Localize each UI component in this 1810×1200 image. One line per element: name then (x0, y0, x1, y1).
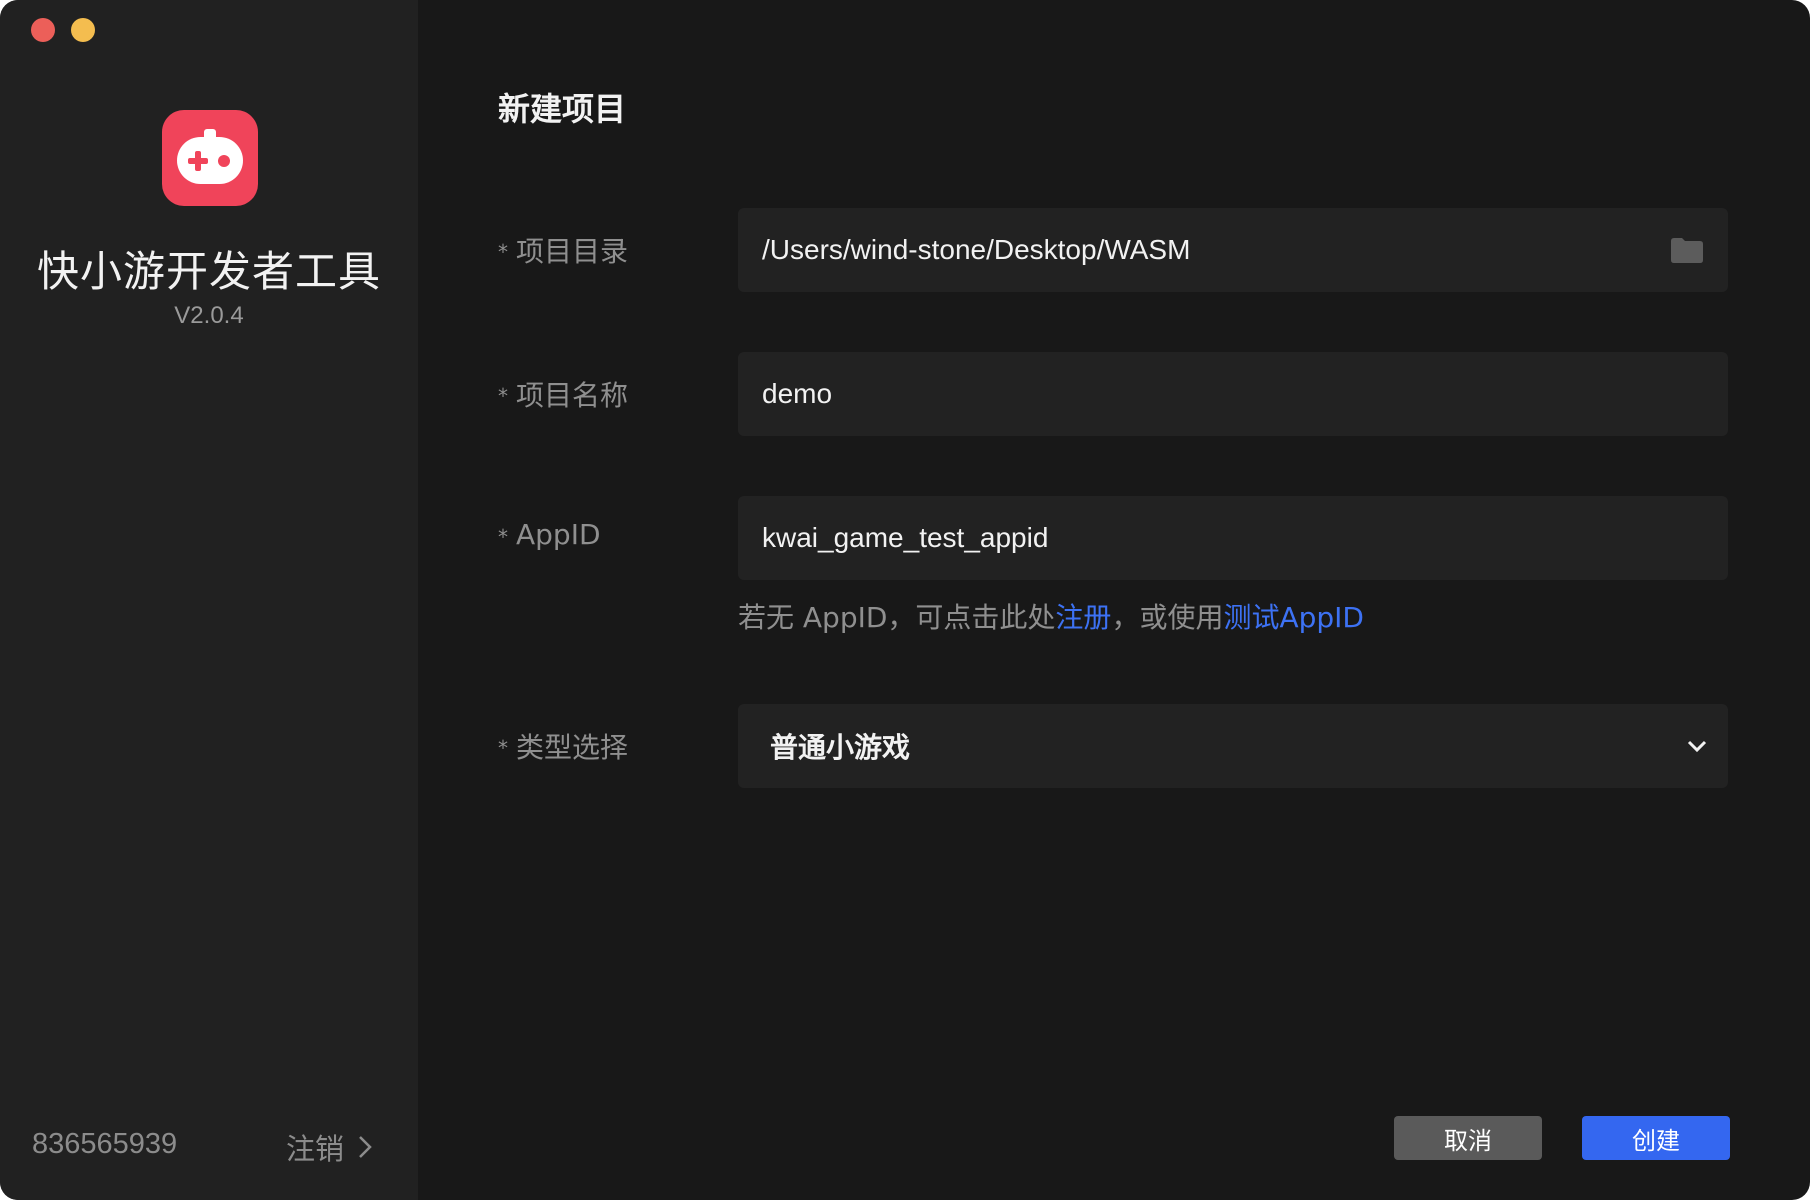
page-title: 新建项目 (498, 90, 627, 128)
window-controls (31, 18, 95, 42)
appid-value: kwai_game_test_appid (762, 522, 1049, 553)
type-select[interactable]: 普通小游戏 (738, 704, 1728, 788)
app-name: 快小游开发者工具 (36, 247, 381, 296)
required-mark: * (498, 384, 508, 408)
test-appid-link[interactable]: 测试AppID (1223, 601, 1364, 634)
appid-hint: 若无 AppID，可点击此处注册，或使用测试AppID (738, 601, 1364, 634)
gamepad-icon (162, 110, 258, 206)
type-select-value: 普通小游戏 (770, 731, 911, 764)
appid-label: * AppID (498, 518, 601, 551)
close-window-button[interactable] (31, 18, 55, 42)
directory-value: /Users/wind-stone/Desktop/WASM (762, 234, 1191, 265)
app-version: V2.0.4 (174, 302, 244, 329)
required-mark: * (498, 524, 508, 549)
app-window: 快小游开发者工具 V2.0.4 836565939 注销 新建项目 * 项目目录… (0, 0, 1810, 1200)
directory-label: * 项目目录 (498, 235, 629, 268)
project-name-field[interactable]: demo (738, 352, 1728, 436)
required-mark: * (498, 736, 508, 760)
account-id: 836565939 (32, 1128, 178, 1160)
chevron-right-icon (356, 1134, 374, 1160)
new-project-panel: 新建项目 * 项目目录 /Users/wind-stone/Desktop/WA… (418, 0, 1810, 1200)
cancel-button[interactable]: 取消 (1394, 1116, 1542, 1160)
create-button[interactable]: 创建 (1582, 1116, 1730, 1160)
chevron-down-icon (1686, 738, 1708, 754)
type-label: * 类型选择 (498, 731, 629, 764)
project-name-label: * 项目名称 (498, 379, 629, 412)
register-link[interactable]: 注册 (1055, 601, 1111, 634)
minimize-window-button[interactable] (71, 18, 95, 42)
directory-field[interactable]: /Users/wind-stone/Desktop/WASM (738, 208, 1728, 292)
folder-icon[interactable] (1670, 236, 1704, 264)
logout-button[interactable]: 注销 (286, 1126, 374, 1168)
logout-label: 注销 (286, 1132, 345, 1166)
required-mark: * (498, 240, 508, 264)
sidebar: 快小游开发者工具 V2.0.4 836565939 注销 (0, 0, 418, 1200)
project-name-value: demo (762, 378, 833, 409)
appid-field[interactable]: kwai_game_test_appid (738, 496, 1728, 580)
